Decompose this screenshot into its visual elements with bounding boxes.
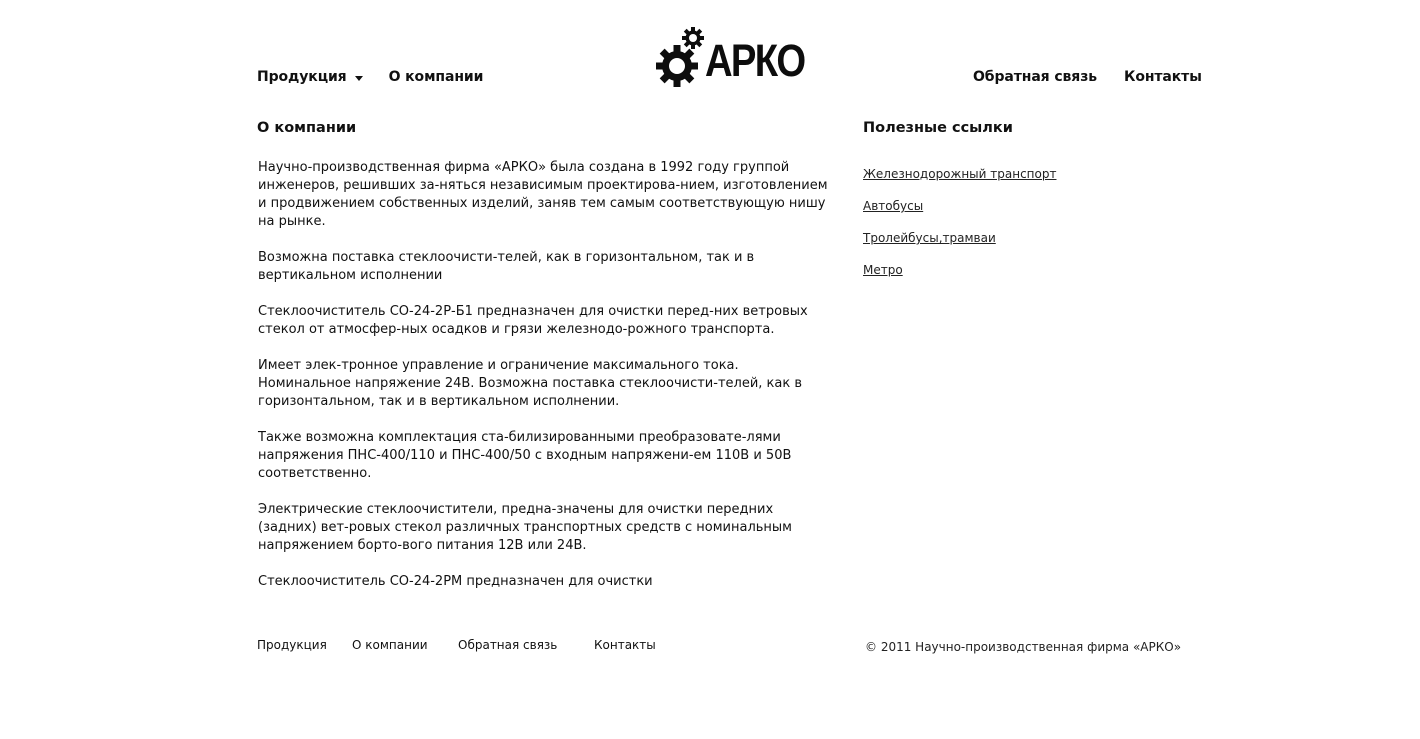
main-nav-left: Продукция О компании — [257, 69, 483, 85]
nav-products[interactable]: Продукция — [257, 69, 363, 85]
copyright: © 2011 Научно-производственная фирма «АР… — [865, 640, 1182, 654]
nav-contacts[interactable]: Контакты — [1124, 69, 1202, 85]
link-trolleybuses-trams[interactable]: Тролейбусы,трамваи — [863, 231, 996, 245]
paragraph: Стеклоочиститель СО-24-2РМ предназначен … — [258, 574, 653, 589]
main-nav-right: Обратная связь Контакты — [973, 69, 1202, 85]
caret-down-icon[interactable] — [354, 75, 363, 81]
footer-products-label[interactable]: Продукция — [257, 638, 327, 652]
paragraph: Электрические стеклоочистители, предна-з… — [258, 502, 792, 553]
footer-feedback[interactable]: Обратная связь — [458, 638, 557, 652]
footer-contacts-label[interactable]: Контакты — [594, 638, 656, 652]
logo[interactable]: АРКО — [655, 24, 806, 90]
list-item: Железнодорожный транспорт — [863, 167, 1056, 199]
nav-feedback[interactable]: Обратная связь — [973, 69, 1097, 85]
paragraph: Стеклоочиститель СО-24-2Р-Б1 предназначе… — [258, 304, 808, 337]
footer-products[interactable]: Продукция — [257, 638, 327, 652]
list-item: Автобусы — [863, 199, 1056, 231]
link-railway[interactable]: Железнодорожный транспорт — [863, 167, 1056, 181]
link-buses[interactable]: Автобусы — [863, 199, 923, 213]
useful-links-title: Полезные ссылки — [863, 120, 1013, 136]
footer-about-label[interactable]: О компании — [352, 638, 428, 652]
list-item: Тролейбусы,трамваи — [863, 231, 1056, 263]
useful-links-list: Железнодорожный транспорт Автобусы Троле… — [863, 167, 1056, 295]
paragraph: Возможна поставка стеклоочисти-телей, ка… — [258, 250, 755, 283]
link-metro[interactable]: Метро — [863, 263, 903, 277]
paragraph: Также возможна комплектация ста-билизиро… — [258, 430, 792, 481]
footer-about[interactable]: О компании — [352, 638, 428, 652]
footer-feedback-label[interactable]: Обратная связь — [458, 638, 557, 652]
list-item: Метро — [863, 263, 1056, 295]
page-title: О компании — [257, 120, 357, 136]
footer-contacts[interactable]: Контакты — [594, 638, 656, 652]
nav-about[interactable]: О компании — [389, 69, 484, 85]
logo-text[interactable]: АРКО — [705, 38, 806, 83]
main-content: Научно-производственная фирма «АРКО» был… — [258, 159, 828, 609]
paragraph: Имеет элек-тронное управление и ограниче… — [258, 358, 802, 409]
nav-products-label[interactable]: Продукция — [257, 69, 347, 85]
paragraph: Научно-производственная фирма «АРКО» был… — [258, 160, 828, 229]
